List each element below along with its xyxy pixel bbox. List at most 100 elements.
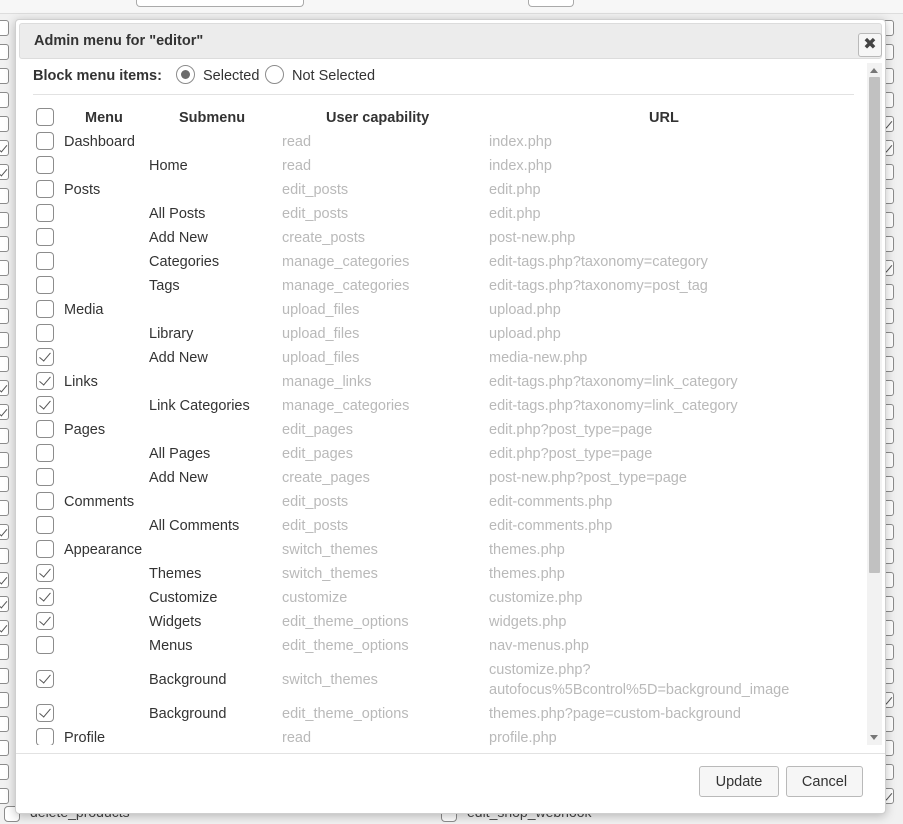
capability-cell: edit_posts — [282, 518, 349, 534]
row-checkbox[interactable] — [36, 348, 54, 366]
row-checkbox[interactable] — [36, 132, 54, 150]
row-checkbox[interactable] — [36, 252, 54, 270]
column-header-url: URL — [649, 110, 679, 126]
background-checkbox[interactable] — [0, 332, 9, 348]
background-checkbox[interactable] — [0, 68, 9, 84]
url-cell: edit-comments.php — [489, 494, 613, 510]
row-checkbox[interactable] — [36, 564, 54, 582]
url-cell: post-new.php — [489, 230, 576, 246]
background-checkbox[interactable] — [0, 764, 9, 780]
background-checkbox[interactable] — [0, 644, 9, 660]
table-row: Background switch_themes customize.php? aut… — [18, 657, 868, 701]
url-cell: edit-tags.php?taxonomy=link_category — [489, 398, 738, 414]
capability-cell: upload_files — [282, 302, 360, 318]
row-checkbox[interactable] — [36, 420, 54, 438]
admin-menu-dialog: Admin menu for "editor" ✖ Block menu ite… — [15, 19, 886, 814]
background-checkbox[interactable] — [0, 20, 9, 36]
select-all-checkbox[interactable] — [36, 108, 54, 126]
scroll-up-icon[interactable] — [870, 68, 878, 73]
row-checkbox[interactable] — [36, 372, 54, 390]
close-button[interactable]: ✖ — [858, 33, 882, 57]
row-checkbox[interactable] — [36, 276, 54, 294]
submenu-cell: Add New — [149, 470, 208, 486]
url-cell: edit.php?post_type=page — [489, 446, 653, 462]
background-checkbox[interactable] — [0, 788, 9, 804]
table-row: Widgets edit_theme_options widgets.php — [18, 609, 868, 633]
url-cell-continued: autofocus%5Bcontrol%5D=background_image — [489, 682, 790, 698]
background-checkbox[interactable] — [0, 572, 9, 588]
background-checkbox[interactable] — [0, 620, 9, 636]
submenu-cell: All Posts — [149, 206, 206, 222]
background-button[interactable] — [528, 0, 574, 7]
background-checkbox[interactable] — [0, 692, 9, 708]
background-checkbox[interactable] — [0, 548, 9, 564]
scroll-thumb[interactable] — [869, 77, 880, 573]
background-checkbox[interactable] — [0, 404, 9, 420]
radio-selected[interactable] — [176, 65, 195, 84]
background-checkbox[interactable] — [0, 740, 9, 756]
url-cell: nav-menus.php — [489, 638, 589, 654]
background-checkbox[interactable] — [0, 716, 9, 732]
background-checkbox[interactable] — [0, 188, 9, 204]
row-checkbox[interactable] — [36, 612, 54, 630]
url-cell: themes.php — [489, 566, 565, 582]
table-row: Dashboard read index.php — [18, 129, 868, 153]
background-checkbox[interactable] — [0, 356, 9, 372]
background-checkbox[interactable] — [0, 44, 9, 60]
background-checkbox[interactable] — [0, 596, 9, 612]
url-cell: index.php — [489, 134, 552, 150]
cancel-button[interactable]: Cancel — [786, 766, 863, 797]
menu-cell: Appearance — [64, 542, 143, 558]
submenu-cell: Link Categories — [149, 398, 250, 414]
row-checkbox[interactable] — [36, 670, 54, 688]
row-checkbox[interactable] — [36, 180, 54, 198]
row-checkbox[interactable] — [36, 156, 54, 174]
update-button[interactable]: Update — [699, 766, 779, 797]
row-checkbox[interactable] — [36, 228, 54, 246]
submenu-cell: Categories — [149, 254, 220, 270]
background-checkbox[interactable] — [0, 308, 9, 324]
background-checkbox[interactable] — [0, 140, 9, 156]
background-checkbox[interactable] — [0, 164, 9, 180]
capability-cell: manage_links — [282, 374, 372, 390]
row-checkbox[interactable] — [36, 444, 54, 462]
background-checkbox[interactable] — [0, 380, 9, 396]
background-checkbox[interactable] — [0, 668, 9, 684]
radio-not-selected[interactable] — [265, 65, 284, 84]
row-checkbox[interactable] — [36, 704, 54, 722]
row-checkbox[interactable] — [36, 204, 54, 222]
radio-selected-label[interactable]: Selected — [203, 68, 259, 84]
row-checkbox[interactable] — [36, 636, 54, 654]
background-checkbox[interactable] — [0, 428, 9, 444]
background-checkbox[interactable] — [0, 236, 9, 252]
divider — [33, 94, 854, 95]
background-checkbox[interactable] — [0, 476, 9, 492]
row-checkbox[interactable] — [36, 396, 54, 414]
row-checkbox[interactable] — [36, 728, 54, 745]
capability-cell: upload_files — [282, 350, 360, 366]
background-checkbox[interactable] — [0, 116, 9, 132]
row-checkbox[interactable] — [36, 300, 54, 318]
row-checkbox[interactable] — [36, 540, 54, 558]
dialog-title: Admin menu for "editor" — [34, 33, 204, 49]
background-checkbox[interactable] — [0, 500, 9, 516]
submenu-cell: Add New — [149, 230, 208, 246]
background-checkbox[interactable] — [0, 212, 9, 228]
row-checkbox[interactable] — [36, 324, 54, 342]
row-checkbox[interactable] — [36, 468, 54, 486]
menu-cell: Pages — [64, 422, 106, 438]
menu-cell: Profile — [64, 730, 106, 745]
background-checkbox[interactable] — [0, 260, 9, 276]
dialog-scrollbar[interactable] — [867, 63, 882, 745]
background-checkbox[interactable] — [0, 452, 9, 468]
background-input[interactable] — [136, 0, 304, 7]
background-checkbox[interactable] — [0, 92, 9, 108]
row-checkbox[interactable] — [36, 516, 54, 534]
background-checkbox[interactable] — [0, 284, 9, 300]
scroll-down-icon[interactable] — [870, 735, 878, 740]
background-checkbox[interactable] — [0, 524, 9, 540]
block-menu-items-label: Block menu items: — [33, 68, 162, 84]
row-checkbox[interactable] — [36, 492, 54, 510]
row-checkbox[interactable] — [36, 588, 54, 606]
radio-not-selected-label[interactable]: Not Selected — [292, 68, 375, 84]
